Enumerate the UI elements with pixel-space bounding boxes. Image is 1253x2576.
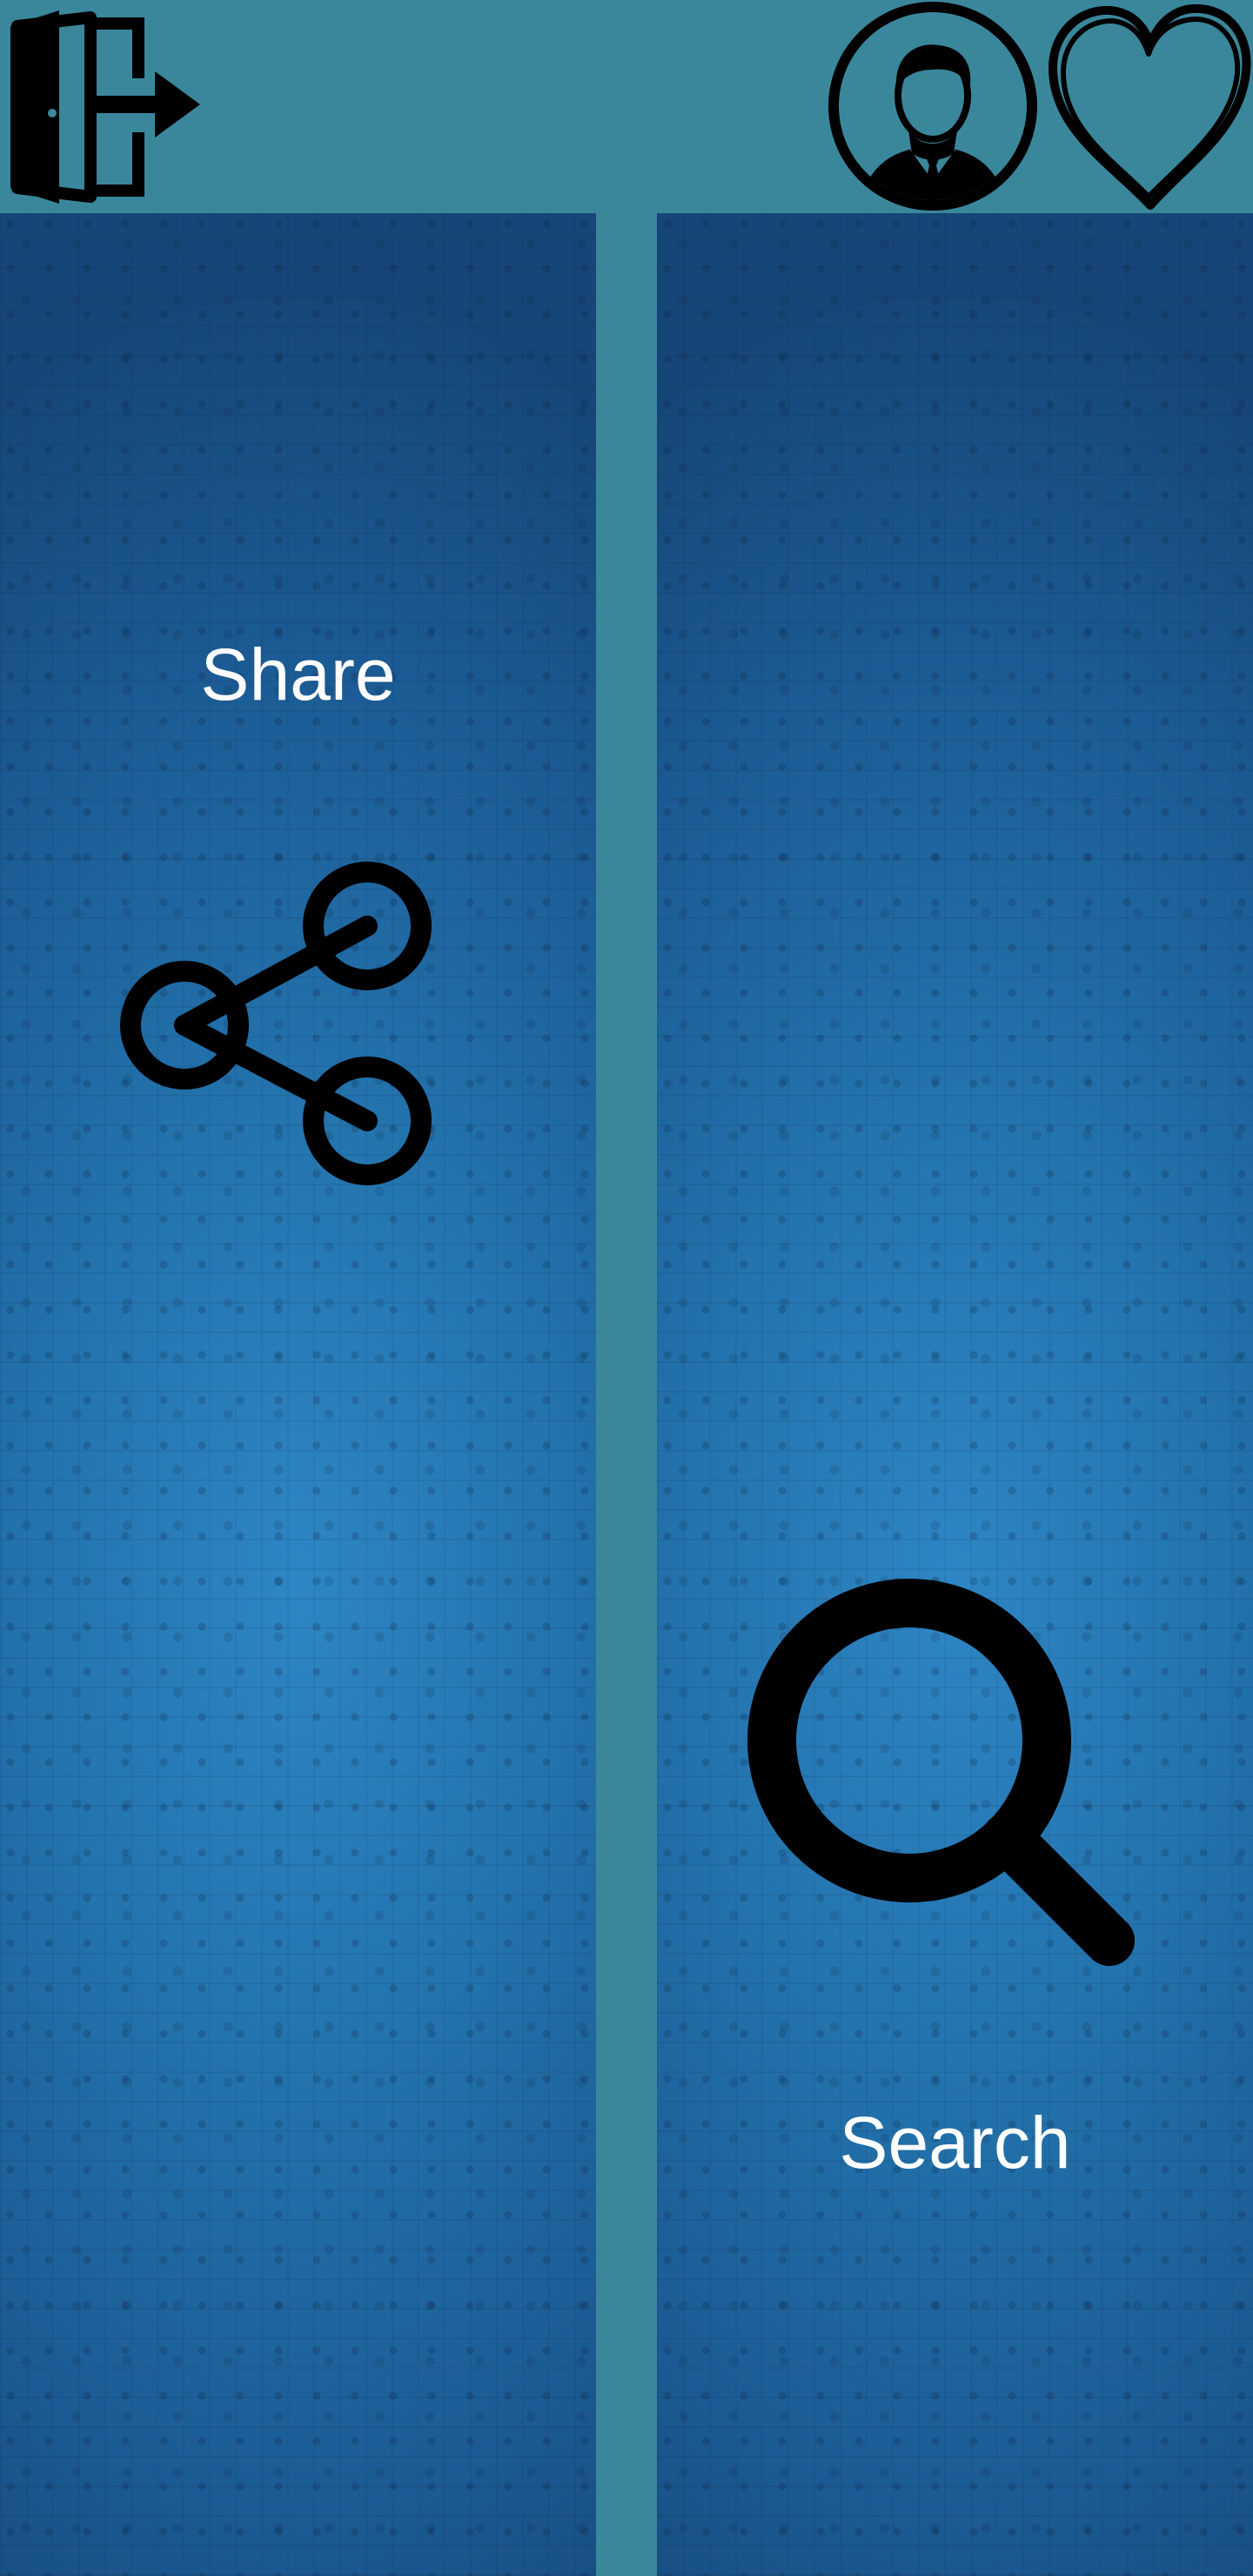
top-bar xyxy=(0,0,1253,213)
heart-icon[interactable] xyxy=(1044,0,1253,213)
search-icon xyxy=(744,1575,1144,1976)
search-label: Search xyxy=(839,2102,1071,2184)
app-root: Share Search xyxy=(0,0,1253,2576)
share-icon xyxy=(113,822,487,1197)
profile-icon[interactable] xyxy=(825,0,1041,213)
share-label: Share xyxy=(200,634,396,715)
search-panel[interactable]: Search xyxy=(657,213,1253,2576)
logout-icon[interactable] xyxy=(7,10,203,204)
share-panel[interactable]: Share xyxy=(0,213,596,2576)
